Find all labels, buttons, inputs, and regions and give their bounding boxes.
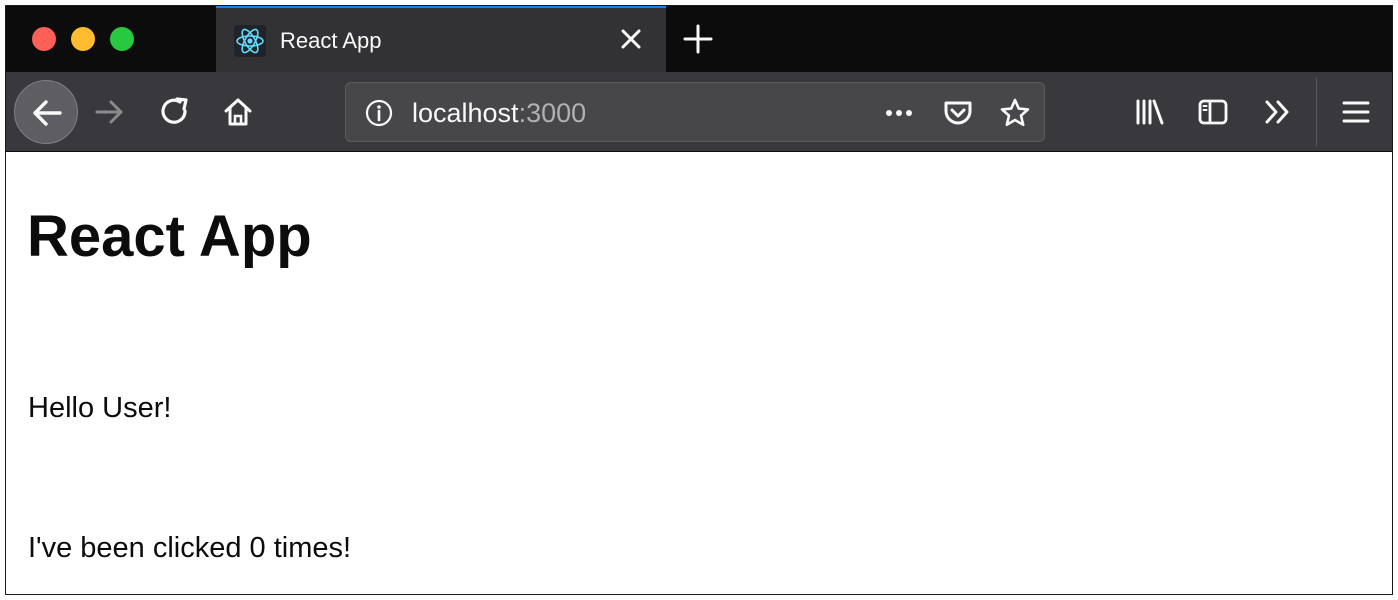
page-title: React App: [27, 204, 312, 269]
tab-react-app[interactable]: React App: [216, 6, 666, 72]
plus-icon[interactable]: [682, 23, 714, 55]
library-icon[interactable]: [1134, 96, 1166, 128]
zoom-window-button[interactable]: [110, 27, 134, 51]
bookmark-star-icon[interactable]: [999, 97, 1031, 129]
forward-arrow-icon[interactable]: [94, 96, 126, 128]
sidebar-icon[interactable]: [1197, 96, 1229, 128]
url-text[interactable]: localhost:3000: [412, 98, 586, 128]
back-arrow-icon: [33, 100, 62, 126]
more-dots-icon[interactable]: [883, 97, 915, 129]
close-icon[interactable]: [616, 24, 646, 54]
url-bar[interactable]: localhost:3000: [345, 82, 1045, 142]
reload-icon[interactable]: [159, 96, 191, 128]
url-host: localhost: [412, 98, 519, 128]
minimize-window-button[interactable]: [71, 27, 95, 51]
page-content: React App Hello User! I've been clicked …: [6, 153, 1392, 594]
url-port: :3000: [518, 98, 587, 128]
tab-title: React App: [280, 28, 382, 53]
navigation-toolbar: localhost:3000: [6, 72, 1392, 152]
click-counter-text[interactable]: I've been clicked 0 times!: [28, 531, 351, 565]
info-icon[interactable]: [364, 98, 394, 128]
browser-window: React App localhost:3000 React App Hello…: [5, 5, 1393, 595]
greeting-text: Hello User!: [28, 392, 172, 424]
overflow-chevrons-icon[interactable]: [1262, 96, 1294, 128]
back-button[interactable]: [14, 80, 78, 144]
hamburger-menu-icon[interactable]: [1340, 96, 1372, 128]
home-icon[interactable]: [222, 96, 254, 128]
react-logo-icon: [234, 25, 266, 57]
pocket-icon[interactable]: [942, 97, 974, 129]
toolbar-separator: [1316, 78, 1317, 146]
close-window-button[interactable]: [32, 27, 56, 51]
tab-strip: React App: [6, 6, 1392, 72]
